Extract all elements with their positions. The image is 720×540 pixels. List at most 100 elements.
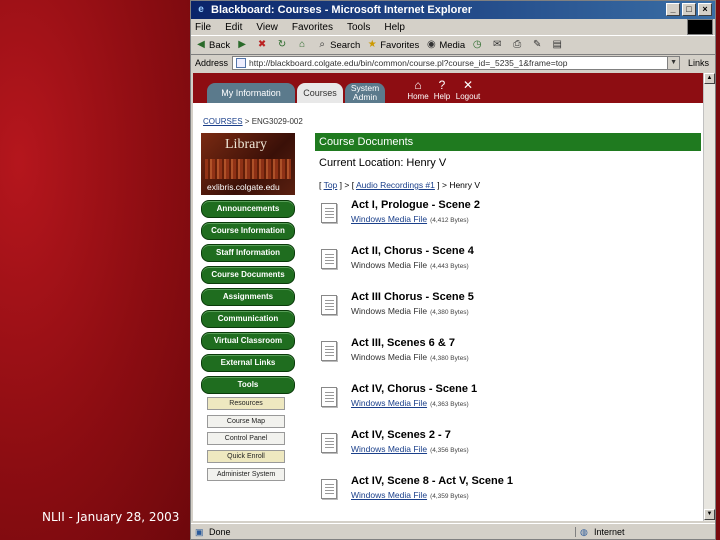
nav-staff-information[interactable]: Staff Information	[201, 244, 295, 262]
tab-my-information[interactable]: My Information	[207, 83, 295, 103]
search-button[interactable]: ⌕ Search	[316, 39, 360, 51]
document-icon	[321, 479, 337, 499]
menu-edit[interactable]: Edit	[225, 22, 242, 33]
document-icon	[321, 433, 337, 453]
print-button[interactable]: ⎙	[511, 39, 525, 51]
item-file-link[interactable]: Windows Media File (4,412 Bytes)	[351, 214, 469, 224]
item-file-link[interactable]: Windows Media File (4,380 Bytes)	[351, 352, 469, 362]
header-home-label: Home	[407, 92, 429, 101]
menu-favorites[interactable]: Favorites	[292, 22, 333, 33]
tab-system-admin[interactable]: System Admin	[345, 83, 385, 103]
favorites-star-icon: ★	[367, 39, 377, 50]
item-size: (4,412 Bytes)	[430, 217, 469, 224]
nav-assignments[interactable]: Assignments	[201, 288, 295, 306]
item-file-label: Windows Media File	[351, 490, 428, 500]
vertical-scrollbar[interactable]: ▲ ▼	[703, 73, 715, 521]
address-bar: Address http://blackboard.colgate.edu/bi…	[191, 55, 715, 71]
mail-button[interactable]: ✉	[491, 39, 505, 51]
item-title: Act IV, Chorus - Scene 1	[351, 383, 478, 395]
favorites-button[interactable]: ★ Favorites	[366, 39, 420, 51]
item-size: (4,443 Bytes)	[430, 263, 469, 270]
slide-background	[0, 0, 190, 540]
refresh-button[interactable]: ↻	[276, 39, 290, 51]
header-help-link[interactable]: ? Help	[431, 79, 453, 102]
address-url: http://blackboard.colgate.edu/bin/common…	[249, 58, 568, 68]
forward-button[interactable]: ▶	[236, 39, 250, 51]
item-size: (4,363 Bytes)	[430, 401, 469, 408]
scroll-up-icon[interactable]: ▲	[704, 73, 715, 84]
breadcrumb-separator: >	[242, 117, 252, 126]
discuss-button[interactable]: ▤	[551, 39, 565, 51]
discuss-icon: ▤	[552, 39, 562, 50]
tool-administer-system[interactable]: Administer System	[207, 468, 285, 481]
web-page: My Information Courses System Admin ⌂ Ho…	[193, 73, 703, 521]
address-input[interactable]: http://blackboard.colgate.edu/bin/common…	[232, 56, 681, 70]
close-button[interactable]: ×	[698, 3, 712, 16]
list-item: Act I, Prologue - Scene 2 Windows Media …	[321, 199, 701, 233]
history-button[interactable]: ◷	[471, 39, 485, 51]
status-zone: ◍ Internet	[575, 526, 665, 537]
document-icon	[321, 249, 337, 269]
nav-communication[interactable]: Communication	[201, 310, 295, 328]
tool-resources[interactable]: Resources	[207, 397, 285, 410]
menu-file[interactable]: File	[195, 22, 211, 33]
nav-announcements[interactable]: Announcements	[201, 200, 295, 218]
tool-course-map[interactable]: Course Map	[207, 415, 285, 428]
header-logout-label: Logout	[455, 92, 481, 101]
item-file-label: Windows Media File	[351, 398, 428, 408]
header-help-label: Help	[433, 92, 451, 101]
maximize-button[interactable]: □	[682, 3, 696, 16]
back-button[interactable]: ◀ Back	[195, 39, 230, 51]
history-icon: ◷	[472, 39, 482, 50]
nav-course-information[interactable]: Course Information	[201, 222, 295, 240]
page-icon	[236, 58, 247, 68]
forward-arrow-icon: ▶	[238, 39, 246, 50]
links-button[interactable]: Links	[688, 58, 709, 68]
home-icon: ⌂	[414, 78, 422, 92]
media-button[interactable]: ◉ Media	[425, 39, 465, 51]
status-bar: ▣ Done ◍ Internet	[191, 523, 715, 539]
edit-page-button[interactable]: ✎	[531, 39, 545, 51]
window-controls: _ □ ×	[666, 3, 712, 16]
library-banner[interactable]: Library exlibris.colgate.edu	[201, 133, 295, 195]
blackboard-header: My Information Courses System Admin ⌂ Ho…	[193, 73, 703, 103]
refresh-icon: ↻	[277, 39, 287, 50]
item-file-link[interactable]: Windows Media File (4,380 Bytes)	[351, 306, 469, 316]
home-button[interactable]: ⌂	[296, 39, 310, 51]
address-dropdown-icon[interactable]: ▼	[667, 57, 680, 69]
title-bar[interactable]: e Blackboard: Courses - Microsoft Intern…	[191, 1, 715, 19]
menu-view[interactable]: View	[256, 22, 278, 33]
nav-tools[interactable]: Tools	[201, 376, 295, 394]
media-icon: ◉	[426, 39, 436, 50]
tool-control-panel[interactable]: Control Panel	[207, 432, 285, 445]
header-home-link[interactable]: ⌂ Home	[407, 78, 429, 102]
item-file-link[interactable]: Windows Media File (4,443 Bytes)	[351, 260, 469, 270]
breadcrumb-courses-link[interactable]: COURSES	[203, 117, 243, 126]
stop-button[interactable]: ✖	[256, 39, 270, 51]
location-trail: [ Top ] > [ Audio Recordings #1 ] > Henr…	[319, 180, 481, 190]
item-size: (4,380 Bytes)	[430, 309, 469, 316]
menu-tools[interactable]: Tools	[347, 22, 370, 33]
item-title: Act II, Chorus - Scene 4	[351, 245, 474, 257]
minimize-button[interactable]: _	[666, 3, 680, 16]
trail-audio-link[interactable]: Audio Recordings #1	[356, 180, 435, 190]
header-logout-link[interactable]: ✕ Logout	[455, 79, 481, 102]
bookshelf-image	[205, 159, 291, 179]
item-title: Act I, Prologue - Scene 2	[351, 199, 480, 211]
trail-current: Henry V	[449, 180, 481, 190]
nav-course-documents[interactable]: Course Documents	[201, 266, 295, 284]
nav-virtual-classroom[interactable]: Virtual Classroom	[201, 332, 295, 350]
trail-top-link[interactable]: Top	[324, 180, 338, 190]
stop-icon: ✖	[257, 39, 267, 50]
item-file-link[interactable]: Windows Media File (4,356 Bytes)	[351, 444, 469, 454]
tool-quick-enroll[interactable]: Quick Enroll	[207, 450, 285, 463]
item-file-link[interactable]: Windows Media File (4,359 Bytes)	[351, 490, 469, 500]
nav-external-links[interactable]: External Links	[201, 354, 295, 372]
tab-courses[interactable]: Courses	[297, 83, 343, 103]
scroll-down-icon[interactable]: ▼	[704, 509, 715, 520]
item-file-link[interactable]: Windows Media File (4,363 Bytes)	[351, 398, 469, 408]
edit-icon: ✎	[532, 39, 542, 50]
item-size: (4,380 Bytes)	[430, 355, 469, 362]
library-title: Library	[225, 137, 267, 152]
menu-help[interactable]: Help	[384, 22, 405, 33]
